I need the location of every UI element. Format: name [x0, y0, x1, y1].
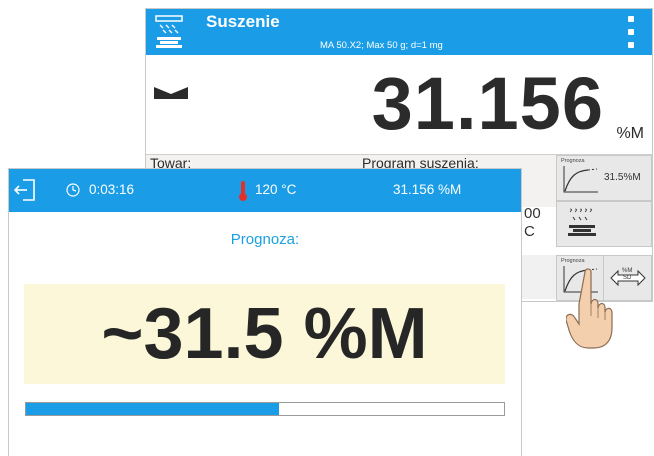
- forecast-header: 0:03:16 120 °C 31.156 %M: [9, 169, 521, 212]
- swap-text-bottom: SD: [623, 275, 632, 281]
- reading-display: 31.156 %M: [146, 55, 652, 155]
- progress-fill: [26, 403, 280, 415]
- forecast-value-box: ~31.5 %M: [24, 284, 505, 384]
- forecast-curve-icon: [563, 166, 598, 193]
- current-moisture: 31.156 %M: [393, 182, 462, 197]
- exit-icon[interactable]: [14, 179, 36, 201]
- progress-bar: [25, 402, 505, 416]
- forecast-tile-value: 31.5%M: [604, 172, 641, 183]
- forecast-window: 0:03:16 120 °C 31.156 %M Prognoza: ~31.5…: [8, 168, 522, 456]
- kebab-menu-icon[interactable]: [627, 16, 635, 48]
- info-fragment: C: [524, 223, 535, 240]
- main-reading-unit: %M: [616, 125, 644, 142]
- forecast-value: ~31.5 %M: [101, 294, 428, 374]
- hand-pointer-icon: [566, 268, 613, 349]
- forecast-title: Prognoza:: [230, 231, 300, 248]
- main-reading-value: 31.156: [371, 62, 604, 145]
- forecast-tile[interactable]: Prognoza 31.5%M: [556, 155, 652, 201]
- app-title: Suszenie: [206, 12, 280, 31]
- clock-icon: [66, 183, 80, 197]
- pan-tile[interactable]: [556, 201, 652, 247]
- drying-icon: [155, 15, 183, 48]
- elapsed-time: 0:03:16: [89, 182, 135, 197]
- info-fragment: 00: [524, 205, 541, 222]
- swap-text-top: %M: [622, 268, 633, 274]
- drying-pan-icon: [568, 208, 596, 236]
- temperature: 120 °C: [255, 182, 297, 197]
- thermometer-icon: [239, 181, 247, 201]
- main-header: Suszenie MA 50.X2; Max 50 g; d=1 mg: [146, 9, 652, 55]
- device-info: MA 50.X2; Max 50 g; d=1 mg: [320, 40, 443, 51]
- stability-marker-icon: [154, 87, 188, 99]
